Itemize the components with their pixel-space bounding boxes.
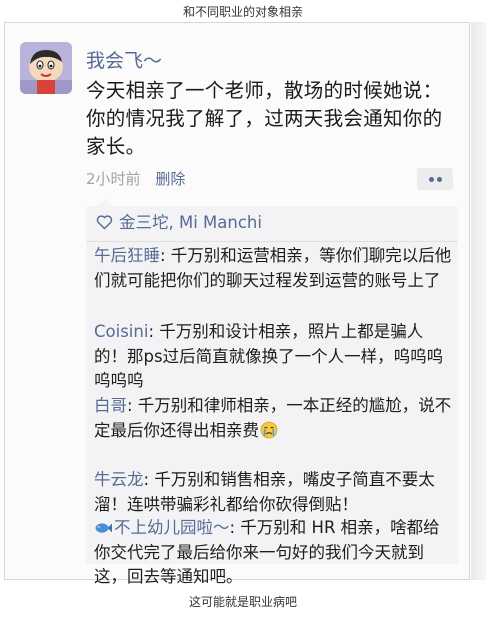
comment-author[interactable]: 午后狂睡 xyxy=(94,246,160,265)
post-author[interactable]: 我会飞～ xyxy=(86,46,162,73)
comment-item[interactable]: Coisini: 千万别和设计相亲，照片上都是骗人的！那ps过后简直就像换了一个… xyxy=(94,320,452,394)
comment-author[interactable]: Coisini xyxy=(94,322,148,341)
comment-author[interactable]: 牛云龙 xyxy=(94,470,144,489)
comment-section: 金三坨, Mi Manchi 午后狂睡: 千万别和运营相亲，等你们聊完以后他们就… xyxy=(86,199,458,586)
more-button[interactable] xyxy=(417,168,453,190)
comment-item[interactable]: 午后狂睡: 千万别和运营相亲，等你们聊完以后他们就可能把你们的聊天过程发到运营的… xyxy=(94,244,452,293)
post-time: 2小时前 xyxy=(86,170,141,188)
moments-post: 我会飞～ 今天相亲了一个老师，散场的时候她说：你的情况我了解了，过两天我会通知你… xyxy=(4,22,470,586)
comment-item[interactable]: 牛云龙: 千万别和销售相亲，嘴皮子简直不要太溜！连哄带骗彩礼都给你砍得倒贴！ xyxy=(94,468,452,517)
more-dots-icon xyxy=(429,177,434,182)
avatar[interactable] xyxy=(20,42,72,94)
comment-author[interactable]: 不上幼儿园啦～ xyxy=(114,518,230,537)
heart-outline-icon xyxy=(96,215,113,230)
fish-emoji-icon xyxy=(95,523,112,533)
crying-emoji-icon xyxy=(260,421,278,438)
likes-row: 金三坨, Mi Manchi xyxy=(96,211,262,235)
comment-item[interactable]: 白哥: 千万别和律师相亲，一本正经的尴尬，说不定最后你还得出相亲费 xyxy=(94,394,452,443)
liked-users[interactable]: 金三坨, Mi Manchi xyxy=(119,213,262,232)
divider xyxy=(86,241,458,242)
post-content: 今天相亲了一个老师，散场的时候她说：你的情况我了解了，过两天我会通知你的家长。 xyxy=(86,79,443,158)
post-meta: 2小时前 删除 xyxy=(86,168,185,189)
more-dots-icon xyxy=(437,177,442,182)
top-caption: 和不同职业的对象相亲 xyxy=(182,5,303,19)
page-edge xyxy=(471,22,486,580)
avatar-cartoon-icon xyxy=(20,42,72,94)
comment-author[interactable]: 白哥 xyxy=(94,396,127,415)
bottom-caption: 这可能就是职业病吧 xyxy=(188,595,297,609)
delete-button[interactable]: 删除 xyxy=(155,170,185,188)
comment-text: : 千万别和销售相亲，嘴皮子简直不要太溜！连哄带骗彩礼都给你砍得倒贴！ xyxy=(94,470,435,514)
comment-item[interactable]: 不上幼儿园啦～: 千万别和 HR 相亲，啥都给你交代完了最后给你来一句好的我们今… xyxy=(94,516,452,590)
